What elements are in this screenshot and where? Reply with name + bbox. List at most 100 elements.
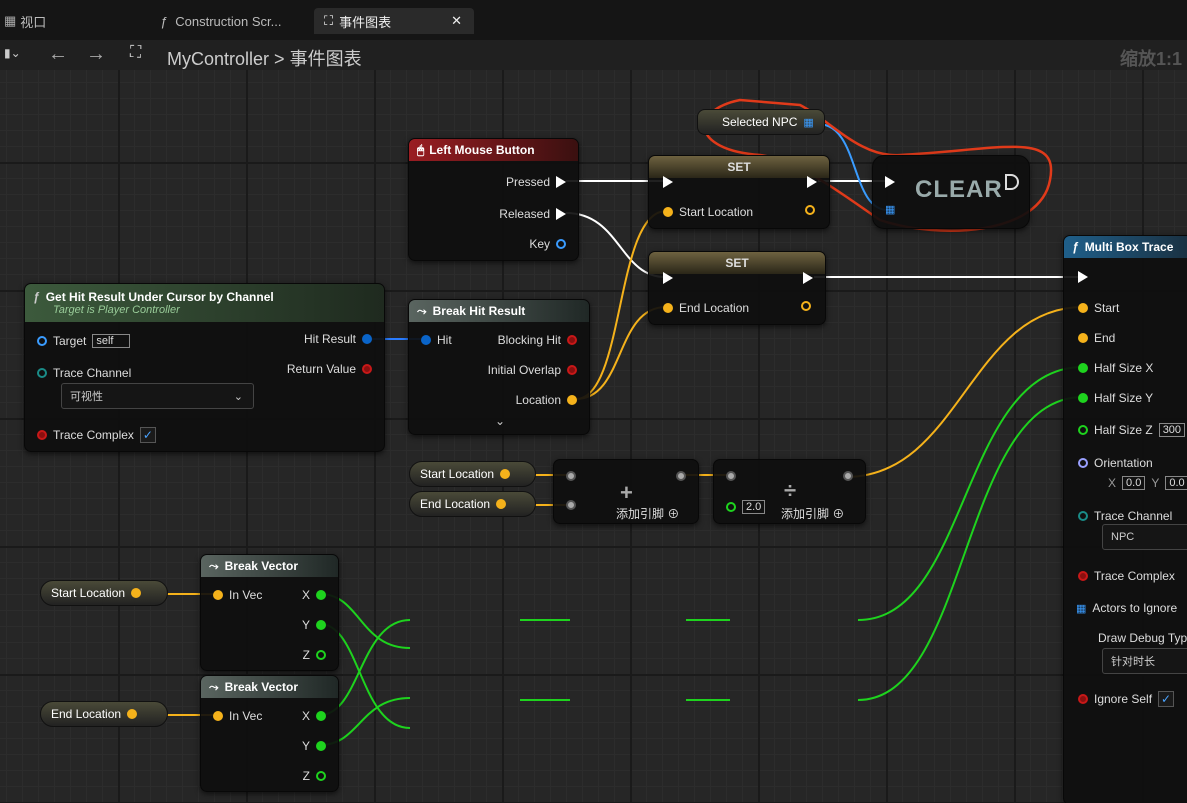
enum-pin-icon	[1078, 511, 1088, 521]
vector-pin-icon	[1078, 333, 1088, 343]
pin-exec-out[interactable]	[1005, 174, 1019, 190]
trace-channel-dropdown[interactable]: 可视性 ⌄	[61, 383, 254, 409]
pin-return-value[interactable]: Return Value	[287, 362, 372, 376]
pin-start[interactable]: Start	[1078, 301, 1119, 315]
pin-half-size-y[interactable]: Half Size Y	[1078, 391, 1153, 405]
pin-x[interactable]: X	[302, 588, 326, 602]
pin-z[interactable]: Z	[303, 648, 326, 662]
graph-canvas[interactable]: 🖱 Left Mouse Button Pressed Released Key …	[0, 70, 1187, 803]
vector-pin-icon[interactable]	[566, 500, 576, 510]
bool-pin-icon	[37, 430, 47, 440]
exec-pin-icon	[556, 208, 566, 220]
trace-complex-checkbox[interactable]: ✓	[139, 427, 156, 443]
pin-location[interactable]: Location	[516, 393, 577, 407]
pin-out[interactable]	[801, 301, 811, 311]
pin-half-size-x[interactable]: Half Size X	[1078, 361, 1153, 375]
pin-in-vec[interactable]: In Vec	[213, 588, 262, 602]
pin-blocking-hit[interactable]: Blocking Hit	[498, 333, 577, 347]
vector-pin-icon[interactable]	[726, 471, 736, 481]
node-break-vector-start[interactable]: ⤳ Break Vector In Vec X Y Z	[200, 554, 339, 671]
node-get-end-location[interactable]: End Location	[409, 491, 536, 517]
pin-orientation[interactable]: Orientation	[1078, 456, 1153, 470]
vector-wire	[845, 306, 1084, 478]
node-get-hit-result[interactable]: ƒ Get Hit Result Under Cursor by Channel T…	[24, 283, 385, 452]
node-clear[interactable]: ▦ CLEAR	[872, 155, 1030, 229]
pin-in-vec[interactable]: In Vec	[213, 709, 262, 723]
tab-viewport[interactable]: ▦ 视口	[4, 8, 46, 34]
pin-key[interactable]: Key	[529, 237, 566, 251]
pin-exec-in[interactable]	[885, 176, 895, 188]
node-set-end-location[interactable]: SET End Location	[648, 251, 826, 325]
pin-target-array[interactable]: ▦	[885, 203, 895, 216]
node-left-mouse-button[interactable]: 🖱 Left Mouse Button Pressed Released Key	[408, 138, 579, 261]
add-pin-button[interactable]: 添加引脚 ⊕	[616, 505, 679, 522]
add-pin-button[interactable]: 添加引脚 ⊕	[781, 505, 844, 522]
pin-hit[interactable]: Hit	[421, 333, 452, 347]
vector-pin-icon	[213, 590, 223, 600]
pin-start-location[interactable]: Start Location	[663, 205, 753, 219]
pin-exec-out[interactable]	[807, 176, 817, 188]
zoom-level: 缩放1:1	[1120, 49, 1183, 69]
pin-divisor[interactable]: 2.0	[726, 500, 766, 514]
trace-channel-dropdown[interactable]: NPC	[1102, 524, 1187, 550]
pin-pressed[interactable]: Pressed	[506, 175, 566, 189]
node-selected-npc[interactable]: Selected NPC ▦	[697, 109, 825, 135]
pin-end[interactable]: End	[1078, 331, 1115, 345]
pin-exec-out[interactable]	[803, 272, 813, 284]
node-get-start-location[interactable]: Start Location	[40, 580, 168, 606]
pin-trace-complex[interactable]: Trace Complex	[1078, 569, 1175, 583]
pin-x[interactable]: X	[302, 709, 326, 723]
expand-chevron-icon[interactable]: ⌄	[495, 414, 505, 428]
node-break-hit-result[interactable]: ⤳ Break Hit Result Hit Blocking Hit Initi…	[408, 299, 590, 435]
pin-hit-result[interactable]: Hit Result	[304, 332, 372, 346]
back-arrow-icon[interactable]: ←	[48, 43, 68, 66]
ignore-self-checkbox[interactable]: ✓	[1158, 691, 1175, 707]
pin-actors-to-ignore[interactable]: ▦ Actors to Ignore	[1076, 601, 1177, 615]
vector-pin-icon[interactable]	[566, 471, 576, 481]
forward-arrow-icon[interactable]: →	[86, 43, 106, 66]
exec-pin-icon	[1078, 271, 1088, 283]
node-multi-box-trace[interactable]: ƒ Multi Box Trace Start End Half Size X H…	[1063, 235, 1187, 803]
vector-pin-icon[interactable]	[676, 471, 686, 481]
pin-ignore-self[interactable]: Ignore Self ✓	[1078, 691, 1175, 707]
close-icon[interactable]: ✕	[451, 13, 462, 29]
exec-pin-icon	[807, 176, 817, 188]
vector-pin-icon[interactable]	[843, 471, 853, 481]
pin-y[interactable]: Y	[302, 618, 326, 632]
orientation-fields: X 0.0 Y 0.0	[1108, 476, 1187, 490]
pin-target[interactable]: Target self	[37, 334, 131, 348]
pin-initial-overlap[interactable]: Initial Overlap	[488, 363, 577, 377]
vector-pin-icon	[663, 207, 673, 217]
float-wire	[857, 396, 1084, 701]
pin-end-location[interactable]: End Location	[663, 301, 749, 315]
node-break-vector-end[interactable]: ⤳ Break Vector In Vec X Y Z	[200, 675, 339, 792]
pin-exec-in[interactable]	[1078, 271, 1088, 283]
float-pin-icon	[316, 711, 326, 721]
pin-trace-complex[interactable]: Trace Complex ✓	[37, 427, 156, 443]
bool-pin-icon	[362, 364, 372, 374]
node-set-start-location[interactable]: SET Start Location	[648, 155, 830, 229]
tab-construction-script[interactable]: ƒ Construction Scr...	[160, 8, 281, 34]
plus-circle-icon: ⊕	[667, 507, 680, 521]
pin-z[interactable]: Z	[303, 769, 326, 783]
exec-pin-icon	[803, 272, 813, 284]
draw-debug-dropdown[interactable]: 针对时长	[1102, 648, 1187, 674]
bookmark-icon[interactable]: ▮⌄	[4, 46, 21, 60]
pin-draw-debug-type[interactable]: Draw Debug Type	[1098, 631, 1187, 645]
node-get-start-location[interactable]: Start Location	[409, 461, 536, 487]
pin-released[interactable]: Released	[499, 207, 566, 221]
tab-event-graph[interactable]: ⛶ 事件图表 ✕	[314, 8, 474, 34]
pin-exec-in[interactable]	[663, 176, 673, 188]
pin-y[interactable]: Y	[302, 739, 326, 753]
pin-trace-channel[interactable]: Trace Channel	[37, 366, 131, 380]
breadcrumb-root[interactable]: MyController	[167, 49, 269, 69]
pin-exec-in[interactable]	[663, 272, 673, 284]
break-icon: ⤳	[209, 679, 219, 694]
node-get-end-location[interactable]: End Location	[40, 701, 168, 727]
pin-half-size-z[interactable]: Half Size Z 300	[1078, 423, 1186, 437]
node-divide-vector[interactable]: 2.0 ÷ 添加引脚 ⊕	[713, 459, 866, 524]
graph-icon: ⛶	[130, 44, 142, 61]
node-add-vector[interactable]: + 添加引脚 ⊕	[553, 459, 699, 524]
pin-out[interactable]	[805, 205, 815, 215]
pin-trace-channel[interactable]: Trace Channel	[1078, 509, 1172, 523]
